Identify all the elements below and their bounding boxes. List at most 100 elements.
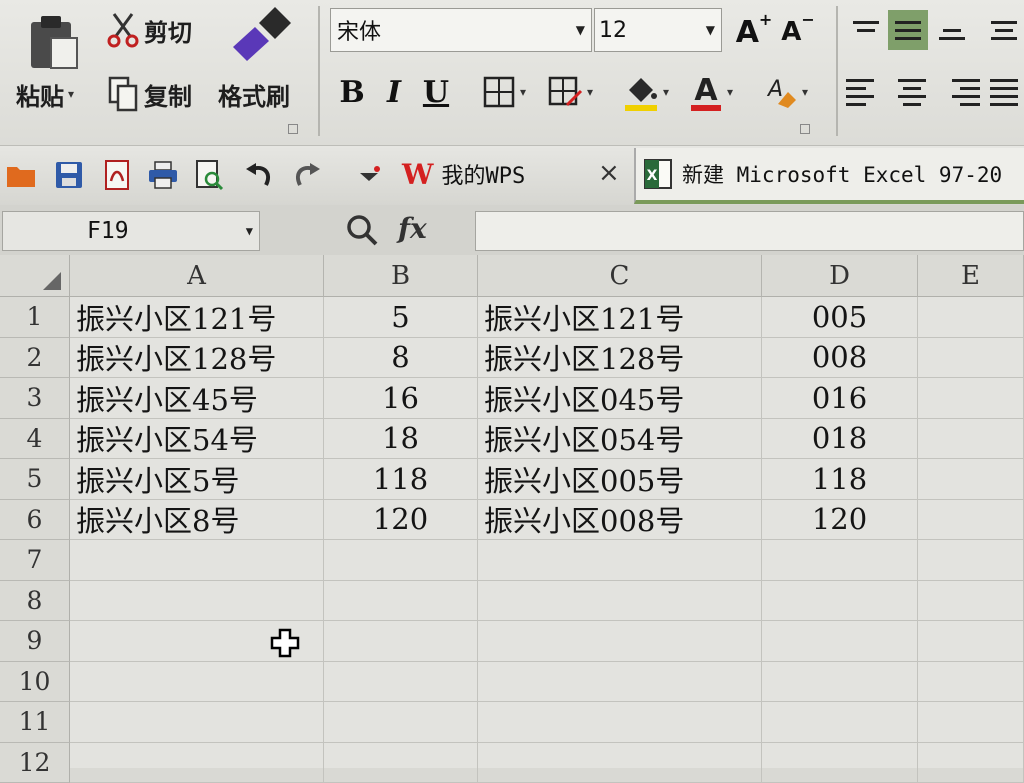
cell-c12[interactable] [478,743,762,783]
row-header-12[interactable]: 12 [0,743,70,783]
select-all-button[interactable] [0,255,70,297]
cell-a11[interactable] [70,702,324,743]
cell-c5[interactable]: 振兴小区005号 [478,459,762,500]
cell-a3[interactable]: 振兴小区45号 [70,378,324,419]
cell-b1[interactable]: 5 [324,297,478,338]
column-header-a[interactable]: A [70,255,324,297]
cell-e2[interactable] [918,338,1024,379]
cell-b4[interactable]: 18 [324,419,478,460]
cell-b7[interactable] [324,540,478,581]
cell-c9[interactable] [478,621,762,662]
row-header-11[interactable]: 11 [0,702,70,743]
cell-a10[interactable] [70,662,324,703]
format-painter-button[interactable]: 格式刷 [218,76,290,112]
tab-excel-document[interactable]: X 新建 Microsoft Excel 97-20 [634,148,1024,204]
print-preview-button[interactable] [192,158,226,192]
cell-a12[interactable] [70,743,324,783]
search-function-button[interactable] [344,212,384,250]
column-header-c[interactable]: C [478,255,762,297]
cell-c4[interactable]: 振兴小区054号 [478,419,762,460]
cell-e9[interactable] [918,621,1024,662]
cell-d11[interactable] [762,702,918,743]
grow-font-button[interactable]: A + [734,10,774,54]
tab-my-wps[interactable]: W 我的WPS [402,150,525,198]
cut-button[interactable]: 剪切 [106,10,192,50]
justify-button[interactable] [984,72,1024,112]
cell-e12[interactable] [918,743,1024,783]
cell-e1[interactable] [918,297,1024,338]
cell-d3[interactable]: 016 [762,378,918,419]
paste-label-button[interactable]: 粘贴 ▾ [16,76,74,112]
undo-button[interactable] [242,158,276,192]
font-dialog-launcher[interactable] [800,124,810,134]
align-middle-button[interactable] [888,10,928,50]
cell-d1[interactable]: 005 [762,297,918,338]
cell-b8[interactable] [324,581,478,622]
row-header-1[interactable]: 1 [0,297,70,338]
draw-border-button[interactable]: ▾ [538,72,602,112]
underline-button[interactable]: U [418,70,454,114]
export-pdf-button[interactable] [100,158,134,192]
cell-c10[interactable] [478,662,762,703]
cell-b2[interactable]: 8 [324,338,478,379]
row-header-4[interactable]: 4 [0,419,70,460]
name-box[interactable]: F19 ▼ [2,211,260,251]
font-color-button[interactable]: A ▾ [682,70,740,114]
fill-color-button[interactable]: ▾ [616,70,676,114]
cell-b10[interactable] [324,662,478,703]
cell-a1[interactable]: 振兴小区121号 [70,297,324,338]
cell-d12[interactable] [762,743,918,783]
cell-d2[interactable]: 008 [762,338,918,379]
cell-e3[interactable] [918,378,1024,419]
cell-c6[interactable]: 振兴小区008号 [478,500,762,541]
cell-c1[interactable]: 振兴小区121号 [478,297,762,338]
row-header-3[interactable]: 3 [0,378,70,419]
cell-a7[interactable] [70,540,324,581]
italic-button[interactable]: I [376,70,412,114]
borders-button[interactable]: ▾ [472,72,536,112]
bold-button[interactable]: B [334,70,370,114]
formula-input[interactable] [475,211,1024,251]
cell-b12[interactable] [324,743,478,783]
cell-e6[interactable] [918,500,1024,541]
align-bottom-button[interactable] [932,10,972,50]
cell-d5[interactable]: 118 [762,459,918,500]
cell-d10[interactable] [762,662,918,703]
row-header-7[interactable]: 7 [0,540,70,581]
cell-d4[interactable]: 018 [762,419,918,460]
cell-c7[interactable] [478,540,762,581]
insert-function-button[interactable]: fx [398,212,427,245]
cell-d8[interactable] [762,581,918,622]
font-name-select[interactable]: 宋体 ▼ [330,8,592,52]
row-header-10[interactable]: 10 [0,662,70,703]
cell-a5[interactable]: 振兴小区5号 [70,459,324,500]
clipboard-dialog-launcher[interactable] [288,124,298,134]
row-header-5[interactable]: 5 [0,459,70,500]
cell-c11[interactable] [478,702,762,743]
cell-b3[interactable]: 16 [324,378,478,419]
row-header-8[interactable]: 8 [0,581,70,622]
column-header-b[interactable]: B [324,255,478,297]
cell-b11[interactable] [324,702,478,743]
cell-d9[interactable] [762,621,918,662]
cell-b5[interactable]: 118 [324,459,478,500]
cell-d7[interactable] [762,540,918,581]
paste-button[interactable] [20,10,86,74]
cell-c3[interactable]: 振兴小区045号 [478,378,762,419]
save-button[interactable] [52,158,86,192]
print-button[interactable] [146,158,180,192]
cell-c2[interactable]: 振兴小区128号 [478,338,762,379]
align-right-button[interactable] [940,72,980,112]
shrink-font-button[interactable]: A − [778,10,818,54]
cell-c8[interactable] [478,581,762,622]
close-icon[interactable]: × [598,158,620,188]
cell-e11[interactable] [918,702,1024,743]
row-header-9[interactable]: 9 [0,621,70,662]
format-painter-brush[interactable] [226,6,296,66]
cell-e10[interactable] [918,662,1024,703]
row-header-2[interactable]: 2 [0,338,70,379]
row-header-6[interactable]: 6 [0,500,70,541]
cell-a4[interactable]: 振兴小区54号 [70,419,324,460]
align-top-button[interactable] [846,10,886,50]
cell-a6[interactable]: 振兴小区8号 [70,500,324,541]
